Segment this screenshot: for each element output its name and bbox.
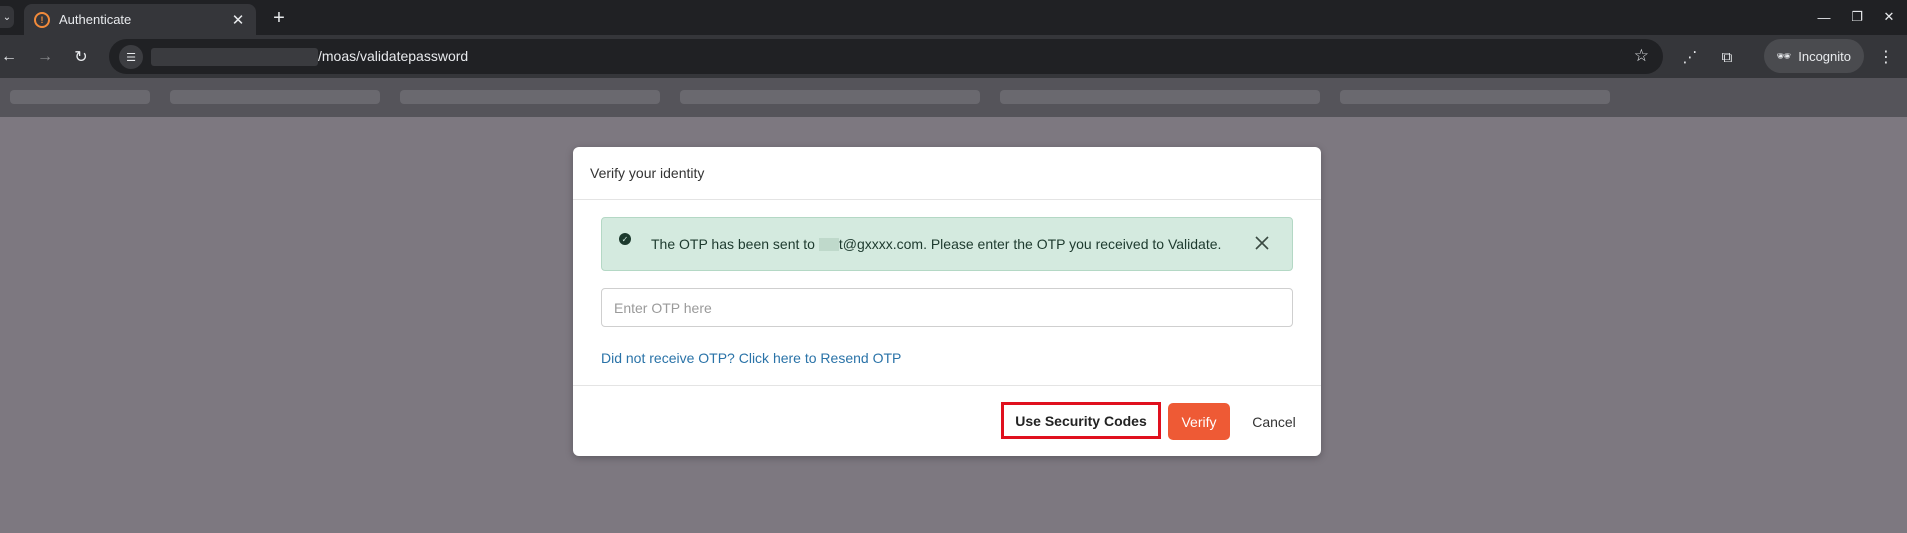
alert-text-after: t@gxxxx.com. Please enter the OTP you re… [838,236,1222,252]
email-redacted [818,238,839,251]
restore-icon[interactable]: ❐ [1845,6,1869,28]
incognito-icon: 🕶 [1776,49,1792,63]
dialog-title: Verify your identity [590,165,705,181]
bookmark-star-icon[interactable]: ☆ [1634,46,1649,66]
address-bar[interactable]: ☰ /moas/validatepassword ☆ [109,39,1663,74]
verify-identity-dialog: Verify your identity ✓ The OTP has been … [573,147,1321,456]
incognito-label: Incognito [1798,48,1851,64]
tab-strip: ⌄ ! Authenticate ✕ + — ❐ ✕ [0,0,1907,35]
check-circle-icon: ✓ [619,233,631,245]
url-path[interactable]: /moas/validatepassword [318,48,468,64]
forward-arrow-icon[interactable]: → [33,45,57,69]
bookmark-item[interactable] [10,90,150,104]
minimize-icon[interactable]: — [1812,6,1836,28]
timer-favicon-icon: ! [34,11,50,28]
site-settings-icon[interactable]: ☰ [119,45,143,69]
verify-button[interactable]: Verify [1168,403,1230,440]
reload-icon[interactable]: ↻ [69,45,93,69]
alert-text-before: The OTP has been sent to [651,236,815,252]
bookmark-item[interactable] [680,90,980,104]
more-menu-icon[interactable]: ⋮ [1876,45,1896,69]
bookmarks-bar [0,78,1907,117]
bookmark-item[interactable] [400,90,660,104]
bookmark-item[interactable] [170,90,380,104]
tab-search-chevron-icon[interactable]: ⌄ [0,6,14,28]
resend-otp-link[interactable]: Did not receive OTP? Click here to Resen… [601,350,901,366]
back-arrow-icon[interactable]: ← [0,45,21,69]
extensions-puzzle-icon[interactable]: ⧉ [1715,45,1739,69]
key-icon[interactable]: ⋰ [1678,45,1702,69]
close-alert-icon[interactable] [1252,233,1272,253]
url-host-redacted [151,48,318,66]
bookmark-item[interactable] [1340,90,1610,104]
close-tab-icon[interactable]: ✕ [228,10,248,30]
alert-message: The OTP has been sent to t@gxxxx.com. Pl… [651,236,1221,252]
bookmark-item[interactable] [1000,90,1320,104]
dialog-header: Verify your identity [573,147,1321,200]
window-close-icon[interactable]: ✕ [1877,6,1901,28]
cancel-button[interactable]: Cancel [1240,403,1308,440]
incognito-indicator[interactable]: 🕶 Incognito [1764,39,1864,73]
browser-toolbar: ← → ↻ ☰ /moas/validatepassword ☆ ⋰ ⧉ 🕶 I… [0,35,1907,78]
dialog-footer: Use Security Codes Verify Cancel [573,385,1321,456]
tab-title: Authenticate [59,12,132,27]
tab-authenticate[interactable]: ! Authenticate ✕ [24,4,256,35]
new-tab-plus-icon[interactable]: + [268,7,290,29]
otp-sent-alert: ✓ The OTP has been sent to t@gxxxx.com. … [601,217,1293,271]
otp-input[interactable] [601,288,1293,327]
use-security-codes-button[interactable]: Use Security Codes [1001,402,1161,439]
